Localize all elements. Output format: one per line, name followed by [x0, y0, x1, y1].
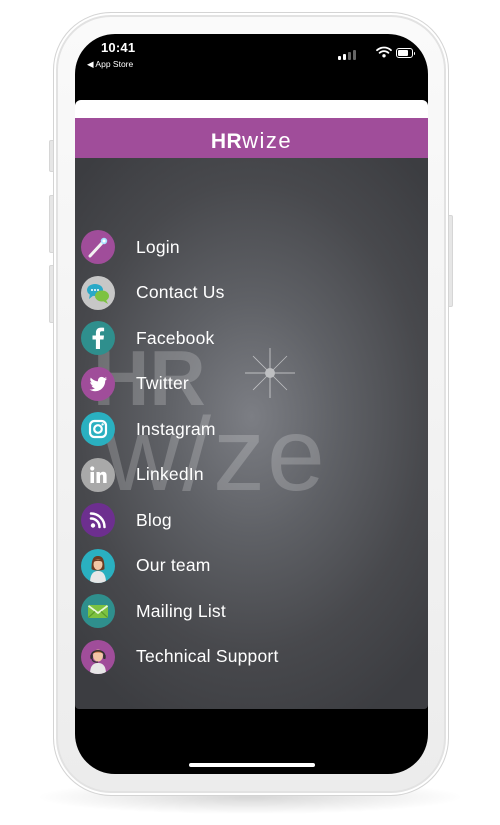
- menu-item-our-team[interactable]: Our team: [75, 544, 428, 588]
- status-icons: [338, 46, 415, 60]
- magic-wand-icon: [81, 230, 115, 264]
- envelope-icon: [81, 594, 115, 628]
- menu-label-twitter: Twitter: [136, 373, 189, 393]
- menu-item-facebook[interactable]: Facebook: [75, 316, 428, 360]
- menu-label-blog: Blog: [136, 509, 172, 530]
- menu-label-contact-us: Contact Us: [136, 282, 225, 302]
- menu-item-blog[interactable]: Blog: [75, 498, 428, 542]
- hrwize-logo: HR wize: [210, 124, 293, 153]
- phone-screen: 10:41 ◀ App Store HR wize HR w/ze Login …: [75, 34, 428, 774]
- chat-bubbles-icon: [81, 275, 115, 310]
- back-to-app-store-link[interactable]: ◀ App Store: [87, 59, 133, 70]
- menu-item-twitter[interactable]: Twitter: [75, 362, 428, 406]
- linkedin-icon: [81, 457, 115, 492]
- menu-item-linkedin[interactable]: LinkedIn: [75, 453, 428, 497]
- battery-icon: [396, 48, 415, 58]
- menu-item-technical-support[interactable]: Technical Support: [75, 635, 428, 679]
- menu-label-facebook: Facebook: [136, 327, 215, 348]
- logo-wize-text: wize: [242, 128, 293, 153]
- menu-label-login: Login: [136, 236, 180, 257]
- wifi-icon: [376, 46, 392, 58]
- menu-item-mailing-list[interactable]: Mailing List: [75, 589, 428, 633]
- app-top-strip: [75, 100, 428, 118]
- menu-label-mailing-list: Mailing List: [136, 600, 226, 621]
- brand-header: HR wize: [75, 118, 428, 158]
- rss-icon: [81, 503, 115, 537]
- menu-label-instagram: Instagram: [136, 418, 216, 439]
- menu-label-linkedin: LinkedIn: [136, 464, 204, 484]
- facebook-icon: [81, 321, 115, 355]
- logo-hr-text: HR: [210, 130, 243, 153]
- menu-label-our-team: Our team: [136, 555, 211, 575]
- menu-item-login[interactable]: Login: [75, 225, 428, 269]
- home-indicator[interactable]: [189, 763, 315, 767]
- menu-item-contact-us[interactable]: Contact Us: [75, 271, 428, 315]
- twitter-icon: [81, 366, 115, 401]
- menu-item-instagram[interactable]: Instagram: [75, 407, 428, 451]
- team-member-icon: [81, 548, 115, 583]
- app-view: HR wize HR w/ze Login Contact Us Faceboo…: [75, 100, 428, 709]
- status-time: 10:41: [101, 40, 136, 55]
- instagram-icon: [81, 412, 115, 446]
- support-agent-icon: [81, 639, 115, 674]
- menu-label-technical-support: Technical Support: [136, 646, 279, 666]
